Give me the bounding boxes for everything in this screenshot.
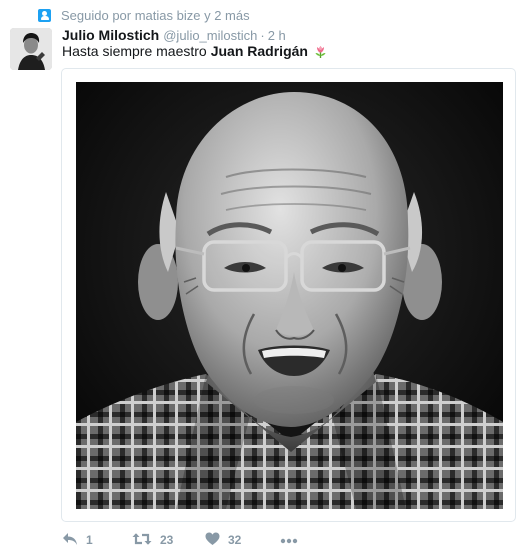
tweet-text: Hasta siempre maestro Juan Radrigán (62, 41, 328, 61)
like-button[interactable]: 32 (205, 532, 280, 549)
retweet-button[interactable]: 23 (132, 532, 205, 549)
more-button[interactable] (280, 533, 298, 547)
tweet-actions: 1 23 32 (62, 530, 298, 550)
tweet-text-bold: Juan Radrigán (210, 43, 308, 59)
more-dots-icon (280, 533, 298, 547)
social-context-text: Seguido por matias bize y 2 más (61, 7, 250, 23)
avatar-image (10, 28, 52, 70)
avatar[interactable] (10, 28, 52, 70)
like-count: 32 (228, 533, 242, 547)
portrait-image (76, 82, 503, 509)
tulip-icon (313, 44, 328, 59)
media-card[interactable] (61, 68, 516, 522)
reply-button[interactable]: 1 (62, 532, 132, 549)
heart-icon (205, 532, 220, 549)
reply-icon (62, 532, 78, 549)
follow-user-icon (38, 8, 51, 22)
tweet-text-plain: Hasta siempre maestro (62, 43, 207, 59)
retweet-icon (132, 532, 152, 549)
retweet-count: 23 (160, 533, 174, 547)
tweet: Seguido por matias bize y 2 más Julio Mi… (0, 0, 527, 557)
social-context[interactable]: Seguido por matias bize y 2 más (38, 7, 250, 23)
reply-count: 1 (86, 533, 93, 547)
photo[interactable] (76, 82, 503, 509)
